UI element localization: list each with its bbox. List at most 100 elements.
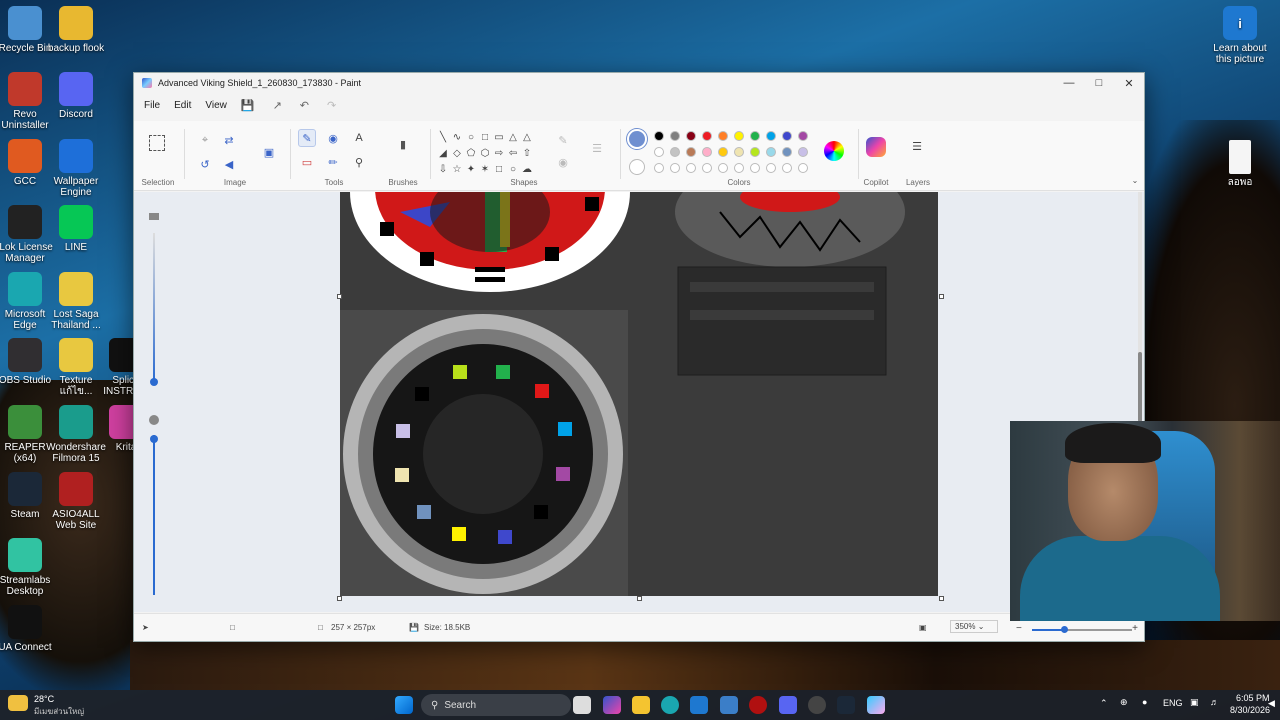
- selection-tool-icon[interactable]: [149, 135, 165, 151]
- zoom-out-icon[interactable]: −: [1016, 623, 1022, 634]
- fill-tool-icon[interactable]: ◉: [324, 129, 342, 147]
- shapes-gallery[interactable]: ╲ ∿ ○ □ ▭ △ △ ◢ ◇ ⬠ ⬡ ⇨ ⇦ ⇧ ⇩ ☆ ✦ ✶ □ ○ ☁: [436, 129, 544, 177]
- shape-fill-icon[interactable]: ◉: [554, 153, 572, 171]
- palette-color-swatch[interactable]: [670, 147, 680, 157]
- custom-color-slot[interactable]: [654, 163, 664, 173]
- language-indicator[interactable]: ENG: [1163, 698, 1183, 708]
- custom-color-slot[interactable]: [702, 163, 712, 173]
- desktop-icon[interactable]: backup flook: [44, 6, 108, 54]
- palette-color-swatch[interactable]: [718, 131, 728, 141]
- edge-icon[interactable]: [661, 696, 679, 714]
- custom-color-slot[interactable]: [718, 163, 728, 173]
- edit-colors-icon[interactable]: [824, 141, 844, 161]
- layers-icon[interactable]: ☰: [908, 137, 926, 155]
- palette-color-swatch[interactable]: [686, 147, 696, 157]
- opacity-slider[interactable]: [153, 435, 155, 595]
- tray-chevron-icon[interactable]: ⌃: [1100, 698, 1108, 709]
- brush-size-slider[interactable]: [153, 233, 155, 383]
- palette-color-swatch[interactable]: [654, 131, 664, 141]
- network-icon[interactable]: ⊕: [1120, 697, 1128, 708]
- palette-color-swatch[interactable]: [734, 131, 744, 141]
- magnifier-icon[interactable]: ⚲: [350, 153, 368, 171]
- custom-color-slot[interactable]: [686, 163, 696, 173]
- opacity-thumb[interactable]: [150, 435, 158, 443]
- desktop-file-icon[interactable]: ลอพอ: [1208, 140, 1272, 188]
- copilot-taskbar-icon[interactable]: [603, 696, 621, 714]
- palette-color-swatch[interactable]: [750, 147, 760, 157]
- mic-icon[interactable]: ●: [1142, 697, 1147, 707]
- desktop-icon[interactable]: Lost Saga Thailand ...: [44, 272, 108, 331]
- zoom-level-select[interactable]: 350% ⌄: [950, 620, 998, 633]
- palette-color-swatch[interactable]: [766, 147, 776, 157]
- palette-color-swatch[interactable]: [702, 131, 712, 141]
- undo-icon[interactable]: ↶: [300, 99, 309, 112]
- discord-taskbar-icon[interactable]: [779, 696, 797, 714]
- resize-handle-bottom-left[interactable]: [337, 596, 342, 601]
- outlook-icon[interactable]: [720, 696, 738, 714]
- desktop-icon[interactable]: Streamlabs Desktop: [0, 538, 57, 597]
- desktop-icon[interactable]: UA Connect: [0, 605, 57, 653]
- save-icon[interactable]: 💾: [241, 99, 255, 112]
- palette-color-swatch[interactable]: [654, 147, 664, 157]
- palette-color-swatch[interactable]: [702, 147, 712, 157]
- resize-icon[interactable]: ⇄: [220, 131, 238, 149]
- clock-time[interactable]: 6:05 PM: [1236, 693, 1270, 703]
- crop-icon[interactable]: ⌖: [196, 131, 214, 149]
- custom-color-slot[interactable]: [750, 163, 760, 173]
- image-select-icon[interactable]: ▣: [260, 143, 278, 161]
- custom-color-slot[interactable]: [734, 163, 744, 173]
- color-picker-icon[interactable]: ✏: [324, 153, 342, 171]
- pencil-tool-icon[interactable]: ✎: [298, 129, 316, 147]
- start-windows-icon[interactable]: [395, 696, 413, 714]
- palette-color-swatch[interactable]: [798, 147, 808, 157]
- primary-color-swatch[interactable]: [627, 129, 647, 149]
- desktop-icon[interactable]: Discord: [44, 72, 108, 120]
- file-explorer-icon[interactable]: [632, 696, 650, 714]
- palette-color-swatch[interactable]: [670, 131, 680, 141]
- notification-bell-icon[interactable]: ◀: [1268, 698, 1275, 709]
- taskbar-search[interactable]: ⚲ Search: [421, 694, 571, 716]
- palette-color-swatch[interactable]: [686, 131, 696, 141]
- weather-icon[interactable]: [8, 695, 28, 711]
- volume-icon[interactable]: ♬: [1210, 697, 1219, 707]
- palette-color-swatch[interactable]: [766, 131, 776, 141]
- secondary-color-swatch[interactable]: [629, 159, 645, 175]
- record-app-icon[interactable]: [749, 696, 767, 714]
- palette-color-swatch[interactable]: [782, 147, 792, 157]
- palette-color-swatch[interactable]: [798, 131, 808, 141]
- weather-desc[interactable]: มีเมฆส่วนใหญ่: [34, 705, 84, 718]
- minimize-button[interactable]: —: [1054, 73, 1084, 93]
- zoom-in-icon[interactable]: +: [1132, 623, 1138, 634]
- display-icon[interactable]: ▣: [1190, 697, 1199, 708]
- desktop-icon[interactable]: ASIO4ALL Web Site: [44, 472, 108, 531]
- steam-taskbar-icon[interactable]: [837, 696, 855, 714]
- custom-color-slot[interactable]: [670, 163, 680, 173]
- drawing-canvas[interactable]: [340, 192, 938, 596]
- store-icon[interactable]: [690, 696, 708, 714]
- outline-icon[interactable]: ✎: [554, 131, 572, 149]
- palette-color-swatch[interactable]: [718, 147, 728, 157]
- resize-handle-bottom-right[interactable]: [939, 596, 944, 601]
- flip-icon[interactable]: ◀: [220, 155, 238, 173]
- resize-handle-bottom[interactable]: [637, 596, 642, 601]
- rotate-icon[interactable]: ↺: [196, 155, 214, 173]
- eraser-tool-icon[interactable]: ▭: [298, 153, 316, 171]
- desktop-icon[interactable]: Wallpaper Engine: [44, 139, 108, 198]
- menu-view[interactable]: View: [205, 100, 227, 111]
- palette-color-swatch[interactable]: [734, 147, 744, 157]
- palette-color-swatch[interactable]: [750, 131, 760, 141]
- learn-about-picture-icon[interactable]: i Learn about this picture: [1208, 6, 1272, 65]
- collapse-ribbon-chevron-icon[interactable]: ⌄: [1126, 171, 1144, 189]
- resize-handle-left[interactable]: [337, 294, 342, 299]
- line-size-icon[interactable]: ☰: [588, 139, 606, 157]
- scrollbar-thumb[interactable]: [1138, 352, 1142, 422]
- menu-file[interactable]: File: [144, 100, 160, 111]
- menu-edit[interactable]: Edit: [174, 100, 191, 111]
- zoom-slider[interactable]: [1032, 626, 1132, 633]
- share-icon[interactable]: ↗: [273, 99, 282, 112]
- custom-color-slot[interactable]: [766, 163, 776, 173]
- brush-size-thumb[interactable]: [150, 378, 158, 386]
- maximize-button[interactable]: □: [1084, 73, 1114, 93]
- brush-icon[interactable]: ▮: [394, 135, 412, 153]
- paint-taskbar-icon[interactable]: [867, 696, 885, 714]
